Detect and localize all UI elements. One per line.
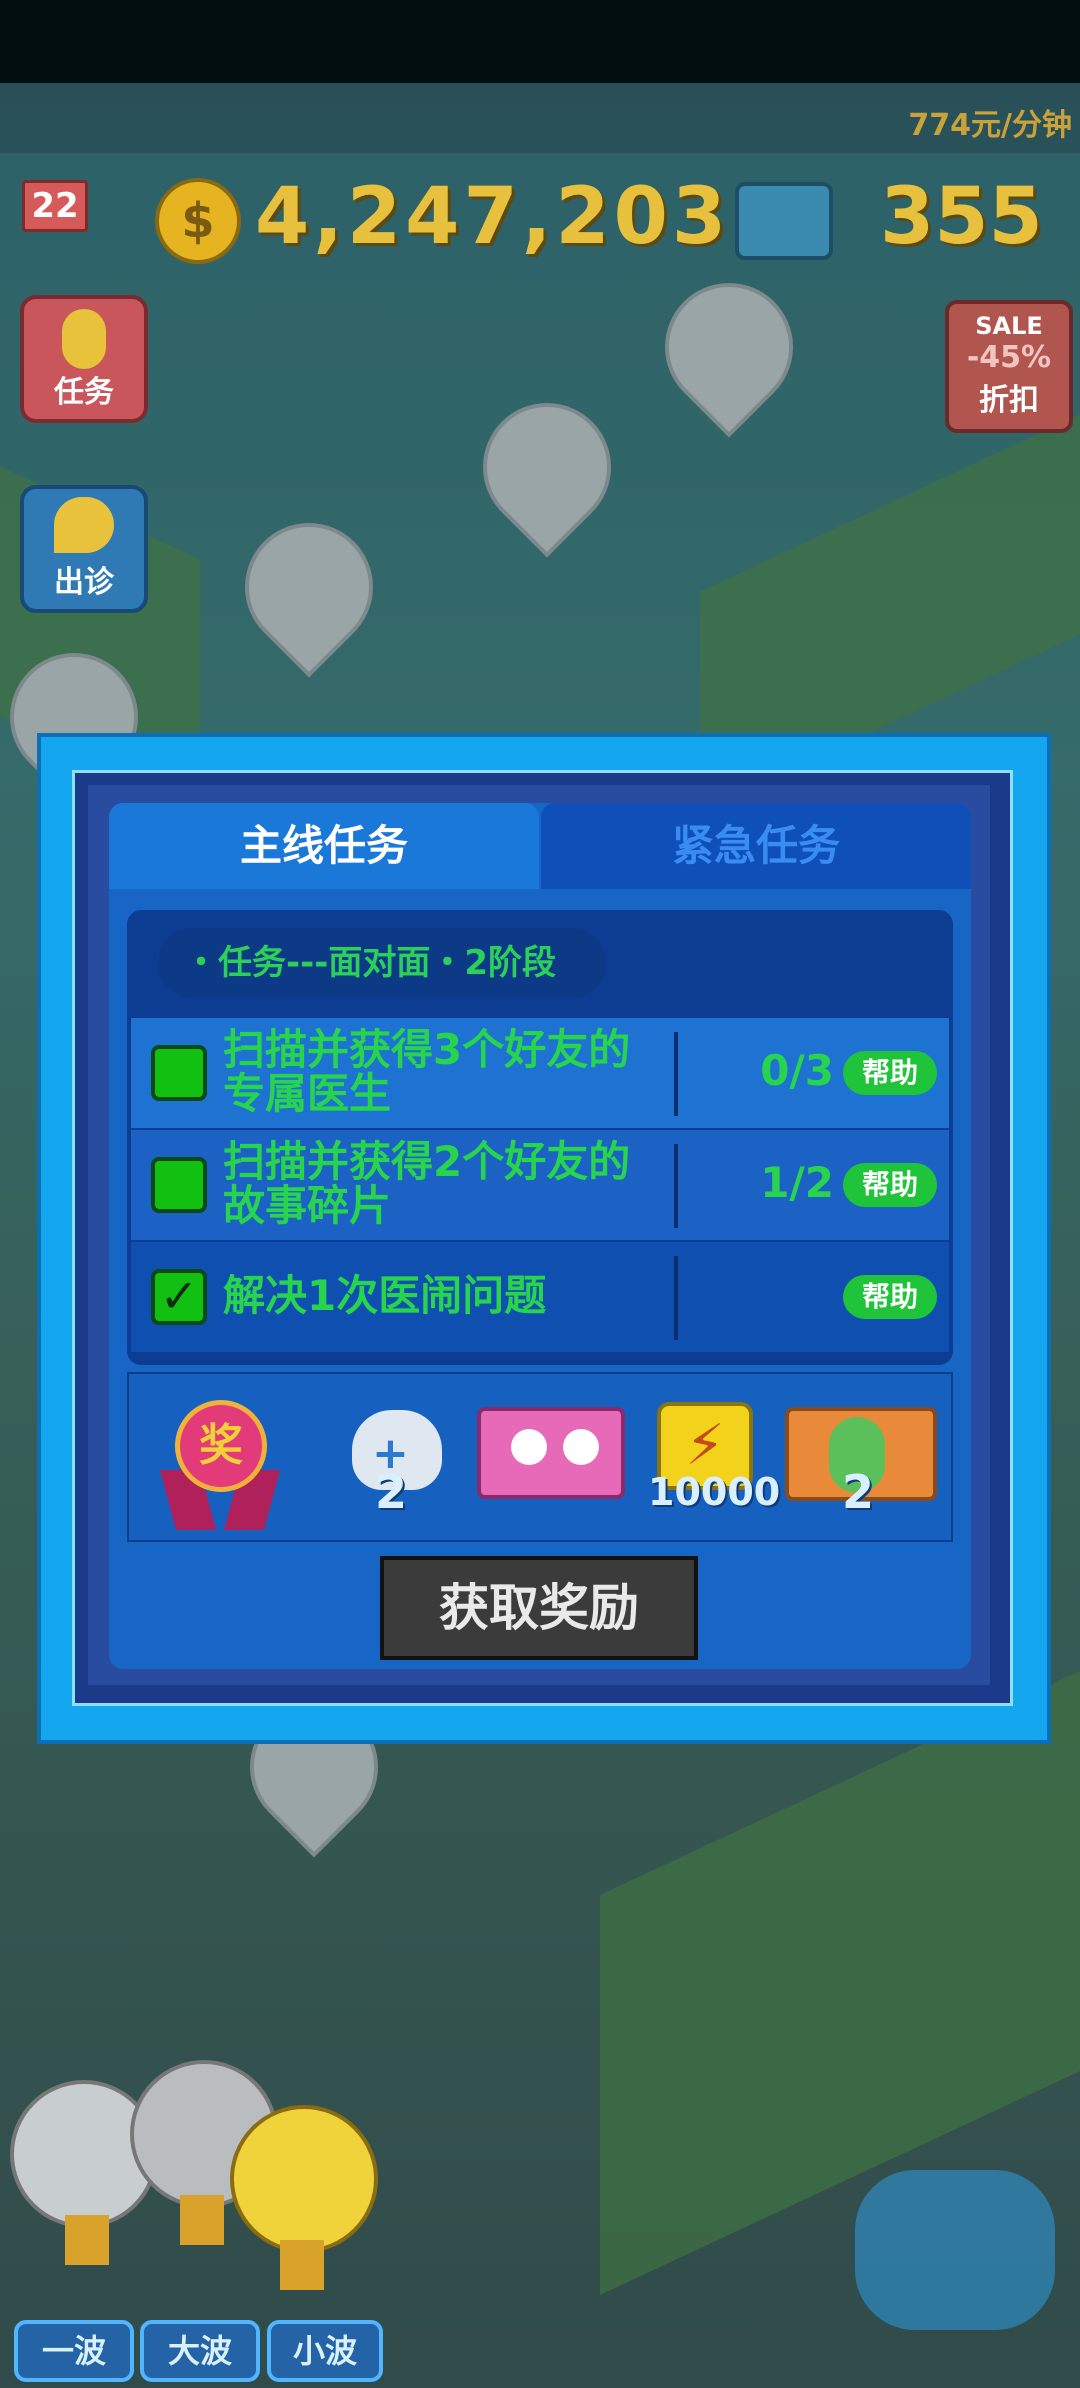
- divider: [674, 1144, 678, 1228]
- wave-small-button[interactable]: 小波: [267, 2320, 383, 2382]
- reward-badge-icon: 奖: [150, 1400, 290, 1530]
- lightbulb-icon: [62, 309, 106, 369]
- help-button[interactable]: 帮助: [843, 1163, 937, 1207]
- task-button[interactable]: 任务: [20, 295, 148, 423]
- tab-main-tasks[interactable]: 主线任务: [109, 803, 539, 889]
- outcall-button[interactable]: 出诊: [20, 485, 148, 613]
- bulb-base: [65, 2215, 109, 2265]
- bulb-base: [280, 2240, 324, 2290]
- cat-shop-button[interactable]: [855, 2170, 1055, 2330]
- task-text: 扫描并获得3个好友的 专属医生: [223, 1028, 630, 1116]
- income-rate: 774元/分钟: [908, 108, 1072, 143]
- task-progress: 1/2: [760, 1158, 834, 1207]
- gem-icon[interactable]: [735, 182, 833, 260]
- reward-count: 2: [842, 1465, 875, 1519]
- wave-one-button[interactable]: 一波: [14, 2320, 134, 2382]
- task-text-line: 扫描并获得2个好友的: [223, 1137, 631, 1186]
- claim-reward-button[interactable]: 获取奖励: [380, 1556, 698, 1660]
- task-text-line: 扫描并获得3个好友的: [223, 1025, 631, 1074]
- sale-tag: SALE: [975, 312, 1043, 340]
- coin-icon: $: [155, 178, 241, 264]
- level-badge[interactable]: 22: [22, 180, 88, 232]
- money-counter: 4,247,203: [255, 172, 731, 262]
- task-row: ✓ 解决1次医闹问题 帮助: [131, 1242, 949, 1352]
- bulb-icon: [230, 2105, 378, 2253]
- task-button-label: 任务: [54, 375, 114, 410]
- tab-urgent-tasks[interactable]: 紧急任务: [541, 803, 971, 889]
- checkmark-icon: ✓: [151, 1269, 207, 1325]
- sale-label: 折扣: [979, 383, 1039, 418]
- reward-medal: 奖: [175, 1400, 267, 1492]
- wave-big-button[interactable]: 大波: [140, 2320, 260, 2382]
- task-text-line: 专属医生: [223, 1069, 392, 1118]
- task-checkbox: [151, 1045, 207, 1101]
- gem-counter: 355: [880, 172, 1043, 262]
- discount-button[interactable]: SALE -45% 折扣: [945, 300, 1073, 433]
- task-text-line: 故事碎片: [223, 1181, 392, 1230]
- reward-count: 2: [375, 1465, 408, 1519]
- cat-face: [511, 1429, 547, 1465]
- bulb-base: [180, 2195, 224, 2245]
- ambulance-icon: [54, 497, 114, 553]
- task-stage-title: ・任务---面对面・2阶段: [158, 928, 606, 998]
- task-progress: 0/3: [760, 1046, 834, 1095]
- help-button[interactable]: 帮助: [843, 1275, 937, 1319]
- divider: [674, 1256, 678, 1340]
- task-text: 扫描并获得2个好友的 故事碎片: [223, 1140, 630, 1228]
- cat-face: [563, 1429, 599, 1465]
- task-checkbox: [151, 1157, 207, 1213]
- outcall-button-label: 出诊: [54, 565, 114, 600]
- help-button[interactable]: 帮助: [843, 1051, 937, 1095]
- task-row: 扫描并获得2个好友的 故事碎片 1/2 帮助: [131, 1130, 949, 1240]
- task-text: 解决1次医闹问题: [223, 1271, 547, 1320]
- sale-percent: -45%: [966, 340, 1052, 375]
- doctor-card-icon: [477, 1407, 625, 1499]
- reward-count: 10000: [648, 1470, 781, 1514]
- task-row: 扫描并获得3个好友的 专属医生 0/3 帮助: [131, 1018, 949, 1128]
- divider: [674, 1032, 678, 1116]
